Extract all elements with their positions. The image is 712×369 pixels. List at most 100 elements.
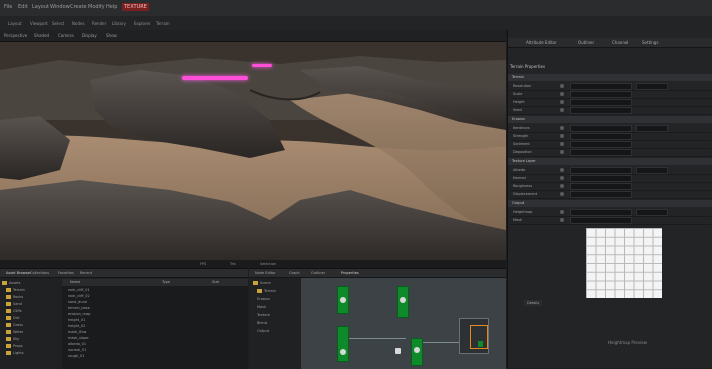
node-tabs: Node Editor Graph Outliner Properties: [249, 269, 506, 278]
tree-item[interactable]: Terrain: [257, 289, 276, 295]
column-size[interactable]: Size: [212, 280, 219, 284]
folder-item[interactable]: Sand: [6, 302, 22, 308]
tab-graph[interactable]: Graph: [289, 271, 300, 275]
property-row[interactable]: Deposition: [510, 148, 711, 157]
toolbar-item[interactable]: Nodes: [72, 21, 85, 26]
tab-recent[interactable]: Recent: [80, 271, 92, 275]
asset-tabs: Asset Browser Collections Favorites Rece…: [0, 269, 248, 278]
tree-item[interactable]: Mask: [257, 305, 266, 311]
tab-outliner[interactable]: Outliner: [311, 271, 325, 275]
file-row[interactable]: rough_01: [68, 354, 84, 360]
folder-item[interactable]: Lights: [6, 351, 24, 357]
tab-asset-browser[interactable]: Asset Browser: [6, 271, 31, 275]
property-row[interactable]: Displacement: [510, 190, 711, 199]
folder-icon: [6, 295, 11, 299]
folder-icon: [6, 316, 11, 320]
column-type[interactable]: Type: [162, 280, 170, 284]
folder-icon: [2, 281, 7, 285]
node-graph-canvas[interactable]: [301, 278, 506, 369]
menu-bar: File Edit Layout Window Create Modify He…: [0, 0, 712, 17]
folder-item[interactable]: Props: [6, 344, 23, 350]
folder-item[interactable]: Water: [6, 330, 23, 336]
tab-outliner[interactable]: Outliner: [578, 40, 594, 45]
toolbar-item[interactable]: Select: [52, 21, 64, 26]
node-socket-icon[interactable]: [395, 348, 401, 354]
tab-node-editor[interactable]: Node Editor: [255, 271, 276, 275]
folder-item[interactable]: Sky: [6, 337, 19, 343]
menu-item[interactable]: Layout: [32, 4, 49, 10]
tab-channel[interactable]: Channel: [612, 40, 628, 45]
folder-icon: [6, 302, 11, 306]
folder-icon: [6, 351, 11, 355]
viewport-menu[interactable]: Camera: [58, 33, 74, 38]
node-wire: [421, 342, 461, 343]
graph-node[interactable]: [337, 326, 349, 362]
tab-attribute-editor[interactable]: Attribute Editor: [526, 40, 557, 45]
folder-item[interactable]: Terrain: [6, 288, 25, 294]
folder-item[interactable]: Assets: [2, 281, 20, 287]
heightmap-preview[interactable]: [586, 228, 662, 298]
tab-details[interactable]: Details: [524, 300, 543, 306]
selection-highlight: [182, 76, 248, 80]
tab-settings[interactable]: Settings: [642, 40, 658, 45]
property-row[interactable]: Mask: [510, 216, 711, 225]
folder-icon: [6, 330, 11, 334]
graph-node[interactable]: [337, 286, 349, 314]
viewport-menu[interactable]: Show: [106, 33, 117, 38]
viewport-3d[interactable]: Perspective Shaded Camera Display Show F…: [0, 30, 506, 268]
folder-item[interactable]: Dirt: [6, 316, 19, 322]
folder-item[interactable]: Cliffs: [6, 309, 22, 315]
section-header[interactable]: Erosion: [508, 116, 712, 123]
viewport-menu[interactable]: Perspective: [4, 33, 27, 38]
menu-item[interactable]: File: [4, 4, 12, 10]
column-name[interactable]: Name: [70, 280, 80, 284]
graph-node[interactable]: [411, 338, 423, 366]
toolbar-item[interactable]: Explorer: [134, 21, 151, 26]
mode-badge[interactable]: TEXTURE: [122, 3, 149, 11]
section-header[interactable]: Terrain: [508, 74, 712, 81]
viewport-menu[interactable]: Shaded: [34, 33, 49, 38]
menu-item[interactable]: Create: [70, 4, 87, 10]
folder-icon: [6, 323, 11, 327]
panel-header: Terrain Properties: [510, 64, 546, 69]
tab-favorites[interactable]: Favorites: [58, 271, 74, 275]
folder-item[interactable]: Rocks: [6, 295, 23, 301]
tab-collections[interactable]: Collections: [30, 271, 49, 275]
file-list-header: Name Type Size: [62, 279, 248, 286]
menu-item[interactable]: Edit: [18, 4, 28, 10]
status-text: Selection: [260, 262, 277, 266]
toolbar-item[interactable]: Render: [92, 21, 106, 26]
folder-icon: [6, 288, 11, 292]
section-header[interactable]: Output: [508, 200, 712, 207]
tree-item[interactable]: Blend: [257, 321, 267, 327]
tree-item[interactable]: Scene: [253, 281, 271, 287]
tree-item[interactable]: Erosion: [257, 297, 270, 303]
file-list: Name Type Size rock_cliff_01 rock_cliff_…: [62, 279, 248, 369]
toolbar: Layout Viewport Select Nodes Render Libr…: [0, 16, 712, 31]
folder-icon: [253, 281, 258, 285]
folder-icon: [6, 337, 11, 341]
asset-browser: Asset Browser Collections Favorites Rece…: [0, 268, 248, 369]
toolbar-item[interactable]: Layout: [8, 21, 22, 26]
property-row[interactable]: Seed: [510, 106, 711, 115]
panel-tabs: Attribute Editor Outliner Channel Settin…: [508, 38, 712, 48]
preview-label: Heightmap Preview: [608, 340, 647, 345]
status-text: FPS: [200, 262, 207, 266]
preview-node[interactable]: [459, 318, 489, 354]
viewport-header: Perspective Shaded Camera Display Show: [0, 30, 506, 42]
menu-item[interactable]: Window: [50, 4, 70, 10]
toolbar-item[interactable]: Terrain: [156, 21, 170, 26]
folder-icon: [257, 289, 262, 293]
tree-item[interactable]: Output: [257, 329, 269, 335]
viewport-menu[interactable]: Display: [82, 33, 97, 38]
toolbar-item[interactable]: Viewport: [30, 21, 48, 26]
node-wire: [346, 338, 406, 339]
section-header[interactable]: Texture Layer: [508, 158, 712, 165]
menu-item[interactable]: Help: [106, 4, 117, 10]
folder-item[interactable]: Grass: [6, 323, 23, 329]
menu-item[interactable]: Modify: [88, 4, 105, 10]
toolbar-item[interactable]: Library: [112, 21, 126, 26]
graph-node[interactable]: [397, 286, 409, 318]
tab-properties[interactable]: Properties: [341, 271, 359, 275]
tree-item[interactable]: Texture: [257, 313, 270, 319]
